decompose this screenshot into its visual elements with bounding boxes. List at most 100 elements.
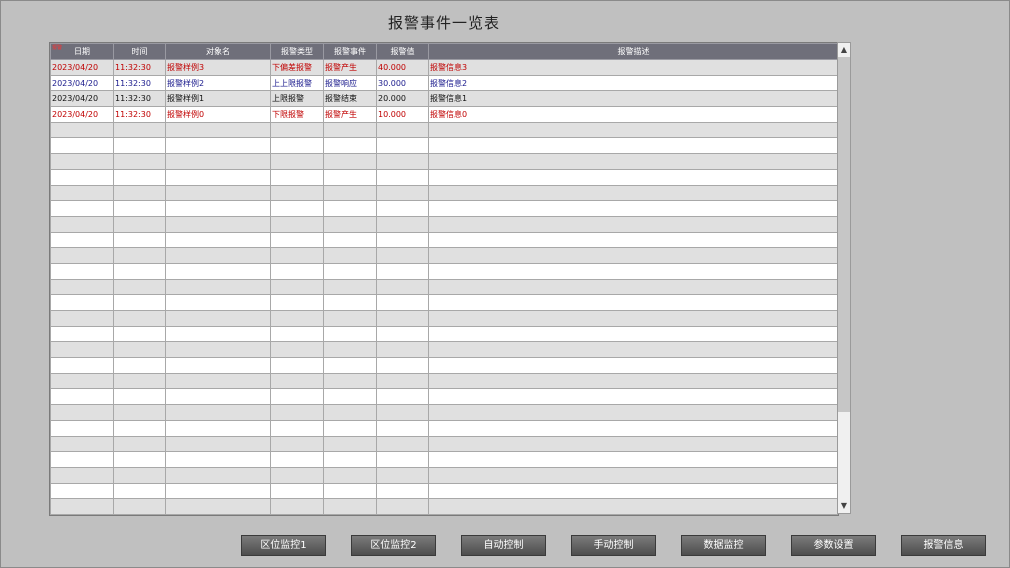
table-row[interactable]: [50, 388, 838, 406]
cell-desc: [428, 498, 838, 515]
cell-value: [376, 435, 429, 453]
cell-time: [113, 435, 166, 453]
cell-value: [376, 215, 429, 233]
cell-desc: [428, 341, 838, 359]
cell-date: [50, 498, 114, 515]
parameter-settings-button[interactable]: 参数设置: [791, 535, 876, 556]
scroll-thumb[interactable]: [838, 57, 850, 412]
cell-event: [323, 184, 377, 202]
cell-event: [323, 294, 377, 311]
cell-object: 报警样例0: [165, 106, 271, 123]
table-row[interactable]: [50, 278, 838, 296]
header-type[interactable]: 报警类型: [270, 43, 324, 60]
cell-time: [113, 451, 166, 468]
cell-event: [323, 325, 377, 343]
table-row[interactable]: [50, 200, 838, 217]
table-row[interactable]: 2023/04/20 11:32:30 报警样例0 下限报警 报警产生 10.000 报警信…: [50, 106, 838, 123]
data-monitor-button[interactable]: 数据监控: [681, 535, 766, 556]
table-row[interactable]: [50, 247, 838, 264]
cell-event: [323, 388, 377, 406]
table-row[interactable]: [50, 325, 838, 343]
cell-value: [376, 231, 429, 249]
table-row[interactable]: [50, 231, 838, 249]
cell-event: [323, 341, 377, 359]
cell-date: [50, 482, 114, 500]
cell-time: [113, 294, 166, 311]
cell-value: [376, 262, 429, 280]
cell-value: [376, 247, 429, 264]
table-row[interactable]: [50, 435, 838, 453]
table-row[interactable]: 2023/04/20 11:32:30 报警样例3 下偏差报警 报警产生 40.000 报警…: [50, 59, 838, 76]
zone-monitor-2-button[interactable]: 区位监控2: [351, 535, 436, 556]
table-row[interactable]: 2023/04/20 11:32:30 报警样例1 上限报警 报警结束 20.000 报警信…: [50, 90, 838, 108]
table-row[interactable]: [50, 451, 838, 468]
header-value[interactable]: 报警值: [376, 43, 429, 60]
auto-control-button[interactable]: 自动控制: [461, 535, 546, 556]
cell-desc: [428, 278, 838, 296]
page-title: 报警事件一览表: [387, 14, 500, 32]
table-row[interactable]: [50, 341, 838, 359]
cell-date: [50, 325, 114, 343]
cell-event: [323, 466, 377, 484]
header-event[interactable]: 报警事件: [323, 43, 377, 60]
table-row[interactable]: [50, 153, 838, 170]
cell-date: 2023/04/20: [50, 74, 114, 92]
table-header-row: 报警 日期 时间 对象名 报警类型 报警事件 报警值 报警描述: [50, 43, 838, 60]
cell-desc: [428, 357, 838, 374]
table-row[interactable]: [50, 184, 838, 202]
cell-value: [376, 168, 429, 186]
cell-type: [270, 498, 324, 515]
cell-desc: [428, 247, 838, 264]
vertical-scrollbar[interactable]: ▲ ▼: [837, 42, 851, 514]
alarm-table: 报警 日期 时间 对象名 报警类型 报警事件 报警值 报警描述 2023/04/…: [50, 43, 838, 515]
table-row[interactable]: [50, 498, 838, 515]
header-date[interactable]: 报警 日期: [50, 43, 114, 60]
cell-object: [165, 247, 271, 264]
table-row[interactable]: 2023/04/20 11:32:30 报警样例2 上上限报警 报警响应 30.000 报警…: [50, 74, 838, 92]
header-time[interactable]: 时间: [113, 43, 166, 60]
table-row[interactable]: [50, 137, 838, 155]
table-row[interactable]: [50, 372, 838, 390]
cell-date: [50, 451, 114, 468]
cell-time: [113, 404, 166, 421]
cell-time: [113, 466, 166, 484]
cell-desc: [428, 184, 838, 202]
cell-type: 上上限报警: [270, 74, 324, 92]
header-object[interactable]: 对象名: [165, 43, 271, 60]
table-row[interactable]: [50, 482, 838, 500]
cell-date: [50, 262, 114, 280]
table-row[interactable]: [50, 294, 838, 311]
scroll-up-icon[interactable]: ▲: [838, 44, 850, 56]
manual-control-button[interactable]: 手动控制: [571, 535, 656, 556]
cell-event: 报警结束: [323, 90, 377, 108]
cell-object: [165, 357, 271, 374]
cell-date: [50, 168, 114, 186]
table-row[interactable]: [50, 168, 838, 186]
cell-object: 报警样例1: [165, 90, 271, 108]
alarm-info-button[interactable]: 报警信息: [901, 535, 986, 556]
table-row[interactable]: [50, 466, 838, 484]
cell-type: [270, 404, 324, 421]
table-row[interactable]: [50, 357, 838, 374]
cell-time: [113, 357, 166, 374]
cell-type: [270, 278, 324, 296]
cell-object: [165, 466, 271, 484]
table-row[interactable]: [50, 404, 838, 421]
cell-type: [270, 137, 324, 155]
cell-type: [270, 419, 324, 437]
cell-object: [165, 262, 271, 280]
cell-event: [323, 247, 377, 264]
table-row[interactable]: [50, 419, 838, 437]
scroll-down-icon[interactable]: ▼: [838, 500, 850, 512]
cell-time: [113, 310, 166, 327]
table-row[interactable]: [50, 215, 838, 233]
zone-monitor-1-button[interactable]: 区位监控1: [241, 535, 326, 556]
header-description[interactable]: 报警描述: [428, 43, 838, 60]
cell-desc: [428, 451, 838, 468]
table-row[interactable]: [50, 310, 838, 327]
table-row[interactable]: [50, 262, 838, 280]
table-row[interactable]: [50, 121, 838, 139]
cell-time: 11:32:30: [113, 74, 166, 92]
cell-object: [165, 341, 271, 359]
cell-date: 2023/04/20: [50, 59, 114, 76]
